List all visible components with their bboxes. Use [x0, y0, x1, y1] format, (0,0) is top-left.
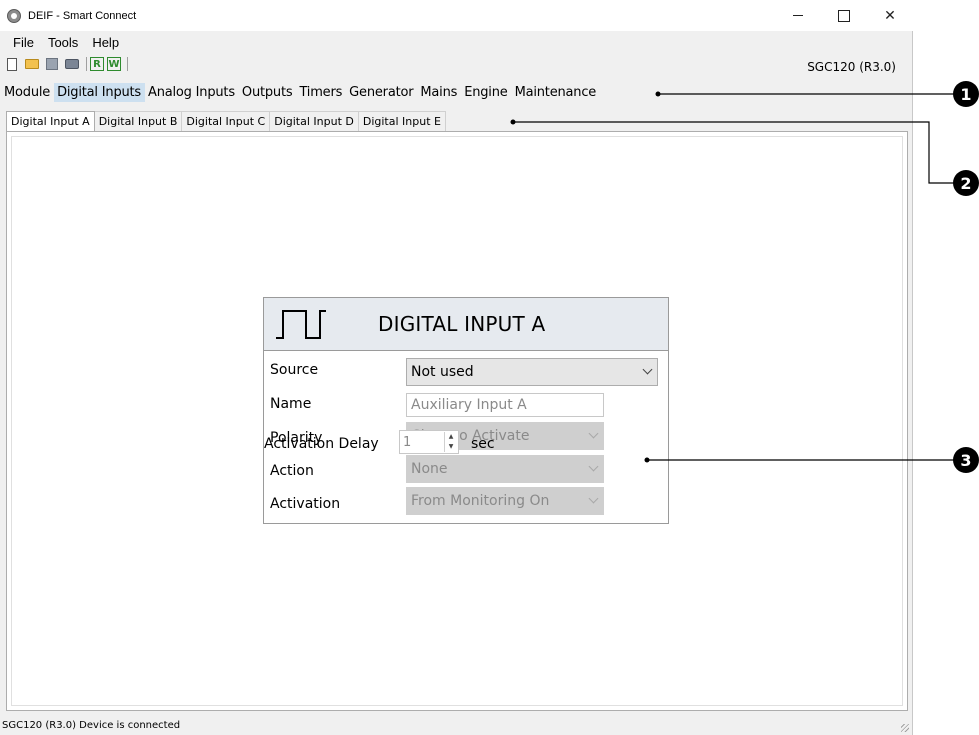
action-label: Action — [270, 463, 314, 479]
content-area: DIGITAL INPUT A Source Not used Name Aux… — [11, 136, 903, 706]
activation-label: Activation — [270, 496, 341, 512]
source-select[interactable]: Not used — [406, 358, 658, 386]
status-text: SGC120 (R3.0) Device is connected — [2, 720, 181, 731]
section-mains[interactable]: Mains — [417, 83, 461, 102]
name-value: Auxiliary Input A — [411, 397, 527, 413]
section-engine[interactable]: Engine — [461, 83, 511, 102]
tab-digital-input-a[interactable]: Digital Input A — [6, 111, 95, 132]
section-analog-inputs[interactable]: Analog Inputs — [145, 83, 239, 102]
section-timers[interactable]: Timers — [296, 83, 346, 102]
chevron-down-icon — [588, 461, 599, 472]
section-maintenance[interactable]: Maintenance — [512, 83, 601, 102]
stepper-buttons[interactable]: ▲ ▼ — [444, 432, 457, 452]
activation-delay-unit: sec — [471, 436, 495, 452]
menu-tools[interactable]: Tools — [42, 35, 86, 50]
stepper-down-icon[interactable]: ▼ — [445, 442, 457, 452]
menu-help[interactable]: Help — [86, 35, 127, 50]
source-label: Source — [270, 362, 319, 378]
callout-badge-1: 1 — [953, 81, 979, 107]
menu-bar: File Tools Help — [0, 31, 913, 53]
window-controls: ✕ — [775, 0, 913, 31]
open-folder-icon — [25, 59, 39, 69]
activation-delay-label: Activation Delay — [264, 436, 379, 452]
activation-delay-stepper[interactable]: 1 ▲ ▼ — [399, 430, 459, 454]
deif-logo-icon — [7, 8, 21, 23]
menu-file[interactable]: File — [7, 35, 42, 50]
toolbar: R W — [0, 53, 913, 75]
callout-badge-3: 3 — [953, 447, 979, 473]
action-select[interactable]: None — [406, 455, 604, 483]
stepper-up-icon[interactable]: ▲ — [445, 432, 457, 442]
section-module[interactable]: Module — [1, 83, 54, 102]
section-digital-inputs[interactable]: Digital Inputs — [54, 82, 146, 102]
section-generator[interactable]: Generator — [346, 83, 417, 102]
save-button[interactable] — [43, 56, 61, 72]
window-title: DEIF - Smart Connect — [28, 9, 137, 22]
activation-value: From Monitoring On — [411, 493, 550, 509]
tab-digital-input-c[interactable]: Digital Input C — [181, 111, 271, 131]
toolbar-divider — [127, 57, 128, 71]
print-button[interactable] — [63, 56, 81, 72]
card-header: DIGITAL INPUT A — [264, 298, 668, 351]
close-button[interactable]: ✕ — [867, 0, 913, 31]
resize-grip-icon[interactable] — [901, 724, 909, 732]
action-value: None — [411, 461, 448, 477]
callout-badge-2: 2 — [953, 170, 979, 196]
save-icon — [46, 58, 58, 70]
name-label: Name — [270, 396, 312, 412]
toolbar-divider — [86, 57, 87, 71]
activation-select[interactable]: From Monitoring On — [406, 487, 604, 515]
card-title: DIGITAL INPUT A — [378, 312, 546, 336]
chevron-down-icon — [642, 364, 653, 375]
activation-delay-value: 1 — [403, 434, 412, 450]
maximize-button[interactable] — [821, 0, 867, 31]
minimize-button[interactable] — [775, 0, 821, 31]
new-file-icon — [7, 57, 17, 71]
tab-digital-input-b[interactable]: Digital Input B — [93, 111, 183, 131]
print-icon — [65, 59, 79, 69]
input-tabs: Digital Input A Digital Input B Digital … — [6, 110, 446, 132]
tab-digital-input-e[interactable]: Digital Input E — [357, 111, 446, 131]
content-panel: DIGITAL INPUT A Source Not used Name Aux… — [6, 131, 908, 711]
pulse-wave-icon — [276, 310, 326, 339]
tab-digital-input-d[interactable]: Digital Input D — [269, 111, 359, 131]
section-outputs[interactable]: Outputs — [239, 83, 297, 102]
write-button[interactable]: W — [107, 57, 121, 71]
digital-input-card: DIGITAL INPUT A Source Not used Name Aux… — [263, 297, 669, 524]
status-bar: SGC120 (R3.0) Device is connected — [0, 716, 913, 735]
source-value: Not used — [411, 364, 474, 380]
title-bar: DEIF - Smart Connect ✕ — [0, 0, 913, 31]
section-menu: Module Digital Inputs Analog Inputs Outp… — [0, 81, 913, 103]
new-file-button[interactable] — [3, 56, 21, 72]
app-window: DEIF - Smart Connect ✕ File Tools Help R… — [0, 0, 913, 735]
chevron-down-icon — [588, 493, 599, 504]
read-button[interactable]: R — [90, 57, 104, 71]
device-label: SGC120 (R3.0) — [807, 60, 896, 74]
name-field[interactable]: Auxiliary Input A — [406, 393, 604, 417]
chevron-down-icon — [588, 428, 599, 439]
open-file-button[interactable] — [23, 56, 41, 72]
